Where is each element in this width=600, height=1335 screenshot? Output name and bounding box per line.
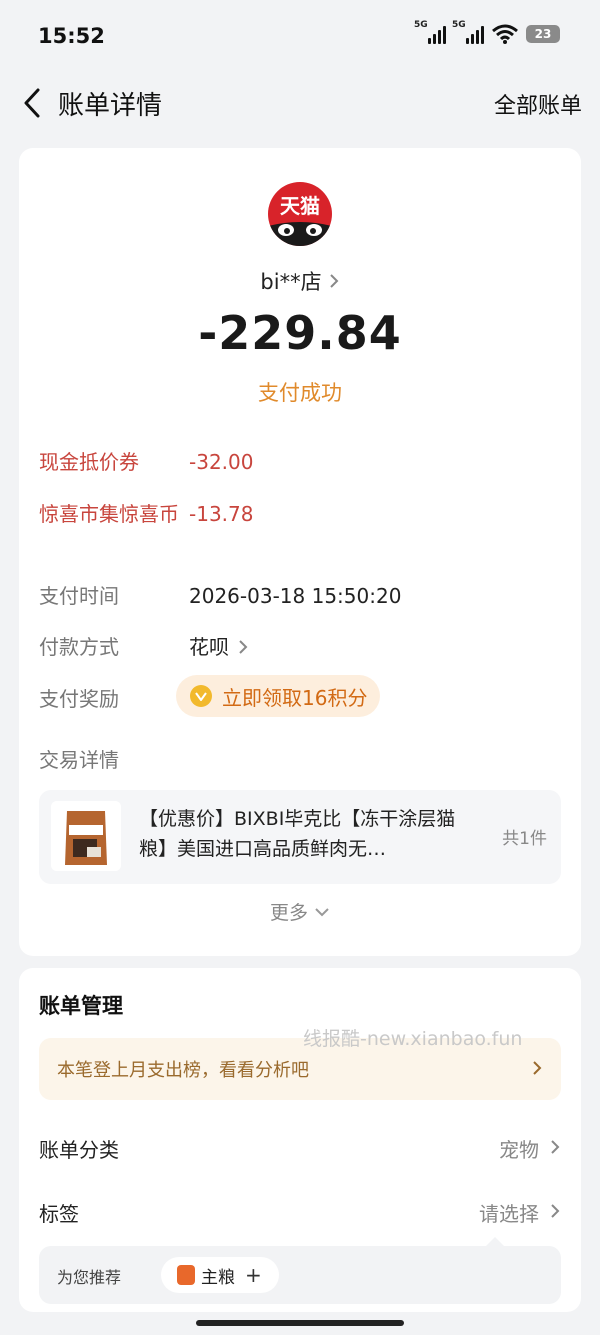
signal-icon: 5G	[452, 20, 484, 44]
payment-status: 支付成功	[258, 381, 342, 405]
coin-icon	[190, 685, 212, 707]
cash-coupon-value: -32.00	[189, 450, 254, 474]
all-bills-link[interactable]: 全部账单	[494, 88, 582, 120]
chevron-right-icon	[551, 1140, 560, 1154]
surprise-coin-value: -13.78	[189, 502, 254, 526]
page-title: 账单详情	[58, 91, 163, 121]
chevron-right-icon	[329, 274, 338, 288]
banner-text: 本笔登上月支出榜，看看分析吧	[57, 1060, 309, 1081]
bill-amount: -229.84	[198, 306, 402, 360]
status-time: 15:52	[38, 24, 105, 48]
tag-chip-label: 主粮	[201, 1267, 235, 1288]
bill-management-card: 账单管理 本笔登上月支出榜，看看分析吧 线报酷-new.xianbao.fun …	[19, 968, 581, 1312]
more-button[interactable]: 更多	[19, 898, 581, 925]
signal-label: 5G	[414, 20, 428, 30]
tag-value: 请选择	[479, 1202, 539, 1226]
cat-face-icon	[268, 222, 332, 246]
tmall-logo: 天猫	[268, 182, 332, 246]
category-value: 宠物	[499, 1138, 539, 1162]
chevron-right-icon	[533, 1061, 542, 1075]
more-label: 更多	[269, 902, 308, 924]
signal-icon: 5G	[414, 20, 446, 44]
product-item[interactable]: 【优惠价】BIXBI毕克比【冻干涂层猫粮】美国进口高品质鲜肉无… 共1件	[39, 790, 561, 884]
wifi-icon	[492, 24, 518, 44]
recommend-label: 为您推荐	[57, 1268, 122, 1287]
tag-label: 标签	[39, 1202, 79, 1226]
add-tag-chip[interactable]: 主粮 +	[161, 1257, 279, 1293]
plus-icon: +	[245, 1263, 262, 1287]
category-row[interactable]: 账单分类 宠物	[39, 1130, 561, 1170]
status-bar: 15:52 5G 5G 23	[0, 0, 600, 70]
store-name: bi**店	[260, 270, 322, 294]
claim-points-label: 立即领取16积分	[222, 685, 368, 710]
product-title: 【优惠价】BIXBI毕克比【冻干涂层猫粮】美国进口高品质鲜肉无…	[139, 808, 456, 860]
trade-detail-label: 交易详情	[39, 748, 119, 772]
pay-time-value: 2026-03-18 15:50:20	[189, 584, 402, 608]
battery-icon: 23	[526, 25, 560, 43]
status-icons: 5G 5G 23	[414, 20, 560, 44]
reward-label: 支付奖励	[39, 687, 119, 711]
chevron-down-icon	[315, 907, 329, 916]
watermark: 线报酷-new.xianbao.fun	[303, 1028, 523, 1050]
category-label: 账单分类	[39, 1138, 119, 1162]
claim-points-button[interactable]: 立即领取16积分	[176, 675, 380, 717]
pay-method-value-wrap[interactable]: 花呗	[189, 631, 249, 663]
logo-text: 天猫	[280, 194, 320, 218]
pay-method-value: 花呗	[189, 635, 229, 659]
home-indicator[interactable]	[196, 1320, 404, 1326]
signal-label: 5G	[452, 20, 466, 30]
cash-coupon-label: 现金抵价券	[39, 450, 139, 474]
section-title: 账单管理	[39, 994, 123, 1018]
pet-food-icon	[177, 1265, 195, 1285]
notch	[485, 1237, 505, 1247]
cat-food-bag-icon	[51, 801, 121, 871]
chevron-right-icon	[551, 1204, 560, 1218]
pay-method-label: 付款方式	[39, 635, 119, 659]
pay-time-label: 支付时间	[39, 584, 119, 608]
surprise-coin-label: 惊喜市集惊喜币	[39, 502, 179, 526]
chevron-left-icon[interactable]	[18, 86, 48, 120]
store-link[interactable]: bi**店	[19, 266, 581, 296]
tag-recommendation: 为您推荐 主粮 +	[39, 1237, 561, 1304]
product-count: 共1件	[502, 829, 547, 849]
chevron-right-icon	[239, 640, 248, 654]
tag-row[interactable]: 标签 请选择	[39, 1194, 561, 1234]
nav-bar: 账单详情 全部账单	[0, 70, 600, 134]
bill-detail-card: 天猫 bi**店 -229.84 支付成功 现金抵价券 -32.00 惊喜市集惊…	[19, 148, 581, 956]
